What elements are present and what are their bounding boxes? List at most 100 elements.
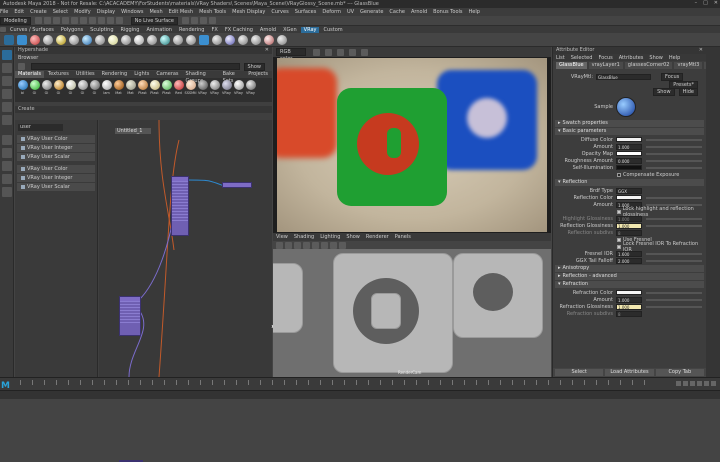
material-swatch[interactable]: Red [173,80,184,100]
save-image-icon[interactable] [313,48,320,56]
refraction-color-swatch[interactable] [616,290,642,295]
attr-slider[interactable] [646,305,702,308]
vp-menu-show[interactable]: Show [346,234,360,240]
section-reflection[interactable]: ▾ Reflection [555,179,704,186]
outliner-layout-icon[interactable] [2,187,12,197]
attr-slider[interactable] [646,217,702,220]
play-forward-icon[interactable] [697,381,702,386]
live-surface-field[interactable]: No Live Surface [130,16,178,25]
material-swatch[interactable]: Gl [65,80,76,100]
tab-curves-surfaces[interactable]: Curves / Surfaces [7,27,57,33]
create-item[interactable]: VRay User Integer [17,144,95,152]
create-search-input[interactable]: user [18,124,63,131]
material-swatch[interactable]: bl [17,80,28,100]
select-object-icon[interactable] [79,17,87,24]
shelf-material-icon[interactable] [43,34,53,45]
command-line[interactable] [0,390,720,399]
create-item[interactable]: VRay User Color [17,135,95,143]
material-swatch[interactable]: Plast [137,80,148,100]
attr-slider[interactable] [646,196,702,199]
vp-menu-shading[interactable]: Shading [294,234,314,240]
save-icon[interactable] [43,17,51,24]
lights-icon[interactable] [312,241,319,249]
diffuse-color-swatch[interactable] [616,137,642,142]
camera-icon[interactable] [276,241,283,249]
tab-rigging[interactable]: Rigging [118,27,143,33]
layout-side-icon[interactable] [2,161,12,171]
vp-menu-lighting[interactable]: Lighting [320,234,340,240]
shelf-material-icon[interactable] [173,34,183,45]
material-swatch[interactable]: VRay [197,80,208,100]
attr-value-field[interactable]: 1.000 [616,143,642,150]
ae-tab[interactable]: vrayLayer1 [588,61,623,69]
show-button[interactable]: Show [653,87,675,96]
vp-menu-view[interactable]: View [276,234,288,240]
material-swatch[interactable]: VRay [221,80,232,100]
section-swatch-properties[interactable]: ▸ Swatch properties [555,120,704,127]
section-refraction[interactable]: ▾ Refraction [555,281,704,288]
create-item[interactable]: VRay User Scalar [17,153,95,161]
isolate-icon[interactable] [330,241,337,249]
attr-slider[interactable] [646,259,702,262]
show-button[interactable]: Show [243,62,265,71]
create-item[interactable]: VRay User Integer [17,174,95,182]
vp-menu-renderer[interactable]: Renderer [366,234,389,240]
shelf-material-icon[interactable] [95,34,105,45]
shading-group-node[interactable] [222,182,252,188]
ae-menu-attributes[interactable]: Attributes [619,55,644,61]
ae-tab[interactable]: glassesCorner02 [624,61,673,69]
menu-mesh-display[interactable]: Mesh Display [232,9,265,15]
browser-search-input[interactable] [31,63,240,70]
shelf-material-icon[interactable] [186,34,196,45]
region-render-icon[interactable] [337,48,344,56]
material-swatch[interactable]: VRay [209,80,220,100]
render-settings-icon[interactable] [200,17,207,24]
material-swatch[interactable]: Gl [53,80,64,100]
attr-value-field[interactable]: 0.000 [616,157,642,164]
node-editor[interactable]: Untitled_1 ➤ [99,120,275,462]
menu-curves[interactable]: Curves [271,9,288,15]
menu-display[interactable]: Display [97,9,115,15]
attr-slider[interactable] [646,152,702,155]
shelf-vfb-icon[interactable] [17,34,27,45]
menu-help[interactable]: Help [469,9,480,15]
attr-value-field[interactable]: 1.000 [616,215,642,222]
menu-deform[interactable]: Deform [322,9,341,15]
attr-slider[interactable] [646,252,702,255]
tab-bake-sets[interactable]: Bake Sets [220,71,245,84]
material-swatch[interactable]: Gl [89,80,100,100]
shelf-menu-icon[interactable] [0,27,6,32]
material-swatch[interactable]: Plast [161,80,172,100]
snap-grid-icon[interactable] [97,17,105,24]
attr-slider[interactable] [646,145,702,148]
shelf-material-icon[interactable] [82,34,92,45]
clear-image-icon[interactable] [325,48,332,56]
menu-edit[interactable]: Edit [14,9,24,15]
undo-icon[interactable] [52,17,60,24]
tab-vray[interactable]: VRay [300,26,320,33]
material-swatch[interactable]: VRay [233,80,244,100]
create-item[interactable]: VRay User Scalar [17,183,95,191]
shelf-material-icon[interactable] [69,34,79,45]
move-tool-icon[interactable] [2,89,12,99]
tab-lights[interactable]: Lights [131,71,152,78]
layout-stack-icon[interactable] [2,174,12,184]
attr-slider[interactable] [646,224,702,227]
material-swatch[interactable]: lam [101,80,112,100]
close-icon[interactable]: ✕ [699,47,703,54]
snap-curve-icon[interactable] [106,17,114,24]
render-icon[interactable] [182,17,189,24]
brdf-dropdown[interactable]: GGX [616,187,642,194]
shelf-render-icon[interactable] [4,34,14,45]
material-swatch[interactable]: Gl [77,80,88,100]
menu-cache[interactable]: Cache [389,9,405,15]
section-basic-parameters[interactable]: ▾ Basic parameters [555,128,704,135]
tab-fx-caching[interactable]: FX Caching [222,27,256,33]
menu-uv[interactable]: UV [347,9,354,15]
tab-sculpting[interactable]: Sculpting [87,27,116,33]
smooth-shade-icon[interactable] [294,241,301,249]
layout-single-icon[interactable] [2,135,12,145]
menu-windows[interactable]: Windows [121,9,143,15]
select-button[interactable]: Select [555,369,604,376]
lock-fresnel-checkbox[interactable] [617,244,621,249]
